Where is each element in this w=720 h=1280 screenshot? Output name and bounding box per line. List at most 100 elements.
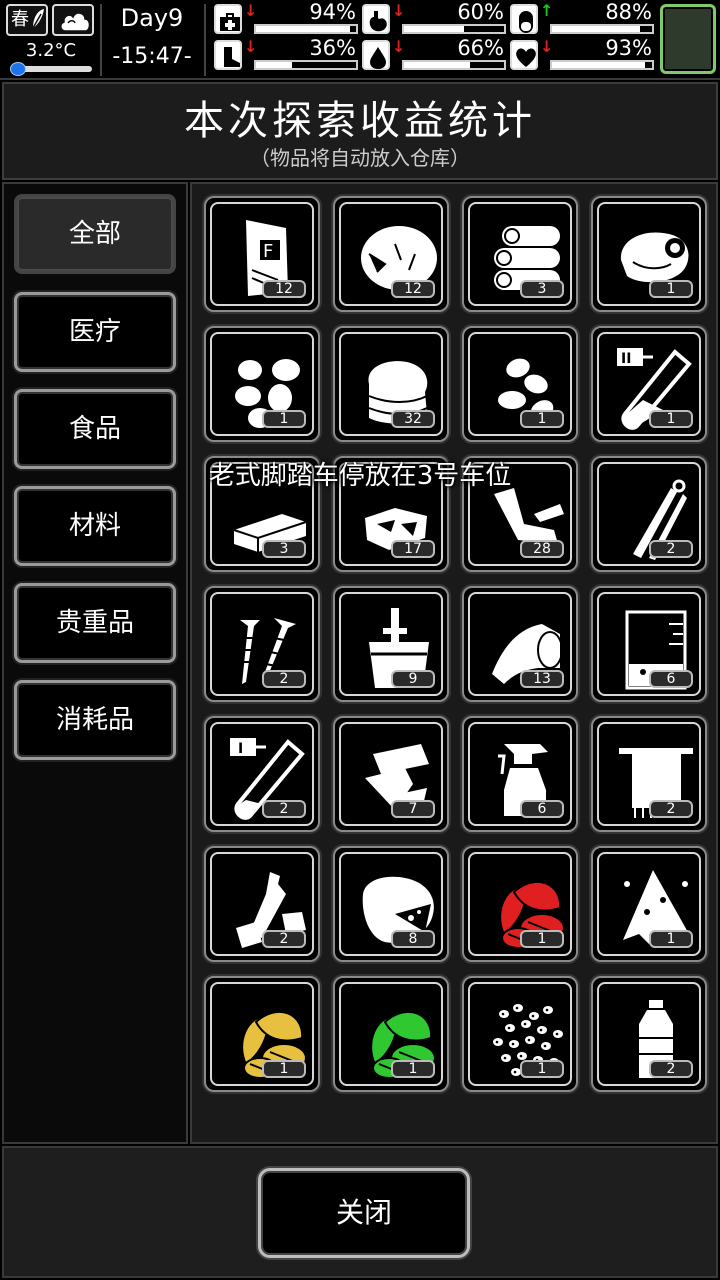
stat-bar xyxy=(550,24,654,34)
item-frame: 6 xyxy=(468,722,572,826)
item-frame: 28 xyxy=(468,462,572,566)
item-slot[interactable]: 2 xyxy=(204,586,320,702)
svg-text:I: I xyxy=(238,741,243,757)
item-count: 3 xyxy=(520,280,564,298)
trend-down-icon: ↓ xyxy=(244,37,258,56)
svg-text:F: F xyxy=(263,241,273,262)
item-slot[interactable]: 6 xyxy=(591,586,707,702)
item-count: 1 xyxy=(520,1060,564,1078)
item-slot[interactable]: 1 xyxy=(204,976,320,1092)
status-bar: 春 3.2°C Day9 -15:47- ↓ 94% ↓ 60% ↑ 88% ↓ 36% ↓ 66… xyxy=(0,0,720,80)
weather-badge xyxy=(52,4,94,36)
equipment-slot[interactable] xyxy=(660,4,716,74)
item-slot[interactable]: 8 xyxy=(333,846,449,962)
stat-bar xyxy=(254,24,358,34)
stat-bar xyxy=(402,60,506,70)
item-count: 1 xyxy=(391,1060,435,1078)
item-count: 2 xyxy=(262,800,306,818)
temperature-track xyxy=(14,66,92,72)
item-slot[interactable]: 9 xyxy=(333,586,449,702)
stat-bar-fill xyxy=(552,26,640,32)
item-frame: 2 xyxy=(597,462,701,566)
item-count: 32 xyxy=(391,410,435,428)
foot-icon xyxy=(214,40,242,70)
stat-hunger: ↓ 60% xyxy=(362,0,508,36)
stat-mood: ↓ 93% xyxy=(510,36,656,72)
cloud-icon xyxy=(60,12,91,32)
divider xyxy=(100,4,102,76)
item-slot[interactable]: 2 xyxy=(204,846,320,962)
item-slot[interactable]: 1 xyxy=(204,326,320,442)
stat-bar-fill xyxy=(256,26,350,32)
item-slot[interactable]: 6 xyxy=(462,716,578,832)
tab-food[interactable]: 食品 xyxy=(14,389,176,469)
item-frame: I2 xyxy=(210,722,314,826)
item-count: 1 xyxy=(649,280,693,298)
item-frame: 1 xyxy=(597,852,701,956)
item-count: 2 xyxy=(649,540,693,558)
item-slot[interactable]: 1 xyxy=(591,196,707,312)
item-count: 28 xyxy=(520,540,564,558)
item-slot[interactable]: 1 xyxy=(333,976,449,1092)
item-slot[interactable]: 13 xyxy=(462,586,578,702)
item-slot[interactable]: 2 xyxy=(591,716,707,832)
stat-value: 66% xyxy=(457,36,504,60)
temperature: 3.2°C xyxy=(25,40,77,61)
item-frame: II 1 xyxy=(597,332,701,436)
item-slot[interactable]: 1 xyxy=(462,326,578,442)
item-slot[interactable]: 28 xyxy=(462,456,578,572)
tab-medical[interactable]: 医疗 xyxy=(14,292,176,372)
stat-bar-fill xyxy=(552,62,645,68)
stat-bar xyxy=(402,24,506,34)
item-slot[interactable]: I2 xyxy=(204,716,320,832)
item-frame: 3 xyxy=(468,202,572,306)
stat-value: 94% xyxy=(309,0,356,24)
item-slot[interactable]: 17 xyxy=(333,456,449,572)
item-frame: 2 xyxy=(210,852,314,956)
item-slot[interactable]: II 1 xyxy=(591,326,707,442)
item-slot[interactable]: 2 xyxy=(591,456,707,572)
item-count: 1 xyxy=(520,930,564,948)
item-frame: 9 xyxy=(339,592,443,696)
temperature-gauge xyxy=(6,62,92,76)
item-count: 1 xyxy=(262,1060,306,1078)
category-sidebar: 全部 医疗 食品 材料 贵重品 消耗品 xyxy=(2,182,188,1144)
heart-icon xyxy=(510,40,538,70)
season-label: 春 xyxy=(11,9,29,30)
item-slot[interactable]: 2 xyxy=(591,976,707,1092)
item-count: 2 xyxy=(262,670,306,688)
trend-down-icon: ↓ xyxy=(540,37,554,56)
item-frame: 1 xyxy=(468,852,572,956)
item-frame: 1 xyxy=(468,982,572,1086)
item-slot[interactable]: 12 xyxy=(333,196,449,312)
item-slot[interactable]: 3 xyxy=(462,196,578,312)
item-slot[interactable]: 3 xyxy=(204,456,320,572)
item-slot[interactable]: F 12 xyxy=(204,196,320,312)
stat-bar-fill xyxy=(404,26,464,32)
item-frame: 12 xyxy=(339,202,443,306)
item-grid: F 12 12 3 1 1 32 1 II 1 3 17 28 2 2 9 13 6 I 2 7 6 2 2 8 1 1 1 1 1 2 xyxy=(190,182,718,1144)
item-slot[interactable]: 1 xyxy=(462,846,578,962)
close-button[interactable]: 关闭 xyxy=(258,1168,470,1258)
item-count: 17 xyxy=(391,540,435,558)
tab-valuables[interactable]: 贵重品 xyxy=(14,583,176,663)
item-slot[interactable]: 1 xyxy=(591,846,707,962)
medkit-icon xyxy=(214,4,242,34)
item-frame: 6 xyxy=(597,592,701,696)
stat-stamina: ↓ 36% xyxy=(214,36,360,72)
stat-health: ↓ 94% xyxy=(214,0,360,36)
item-frame: 2 xyxy=(597,982,701,1086)
tab-materials[interactable]: 材料 xyxy=(14,486,176,566)
item-frame: 1 xyxy=(210,332,314,436)
item-frame: F 12 xyxy=(210,202,314,306)
trend-down-icon: ↓ xyxy=(392,37,406,56)
item-count: 9 xyxy=(391,670,435,688)
stat-value: 60% xyxy=(457,0,504,24)
item-slot[interactable]: 1 xyxy=(462,976,578,1092)
item-frame: 7 xyxy=(339,722,443,826)
pill-icon xyxy=(510,4,538,34)
tab-consumables[interactable]: 消耗品 xyxy=(14,680,176,760)
item-slot[interactable]: 32 xyxy=(333,326,449,442)
item-slot[interactable]: 7 xyxy=(333,716,449,832)
tab-all[interactable]: 全部 xyxy=(14,194,176,274)
